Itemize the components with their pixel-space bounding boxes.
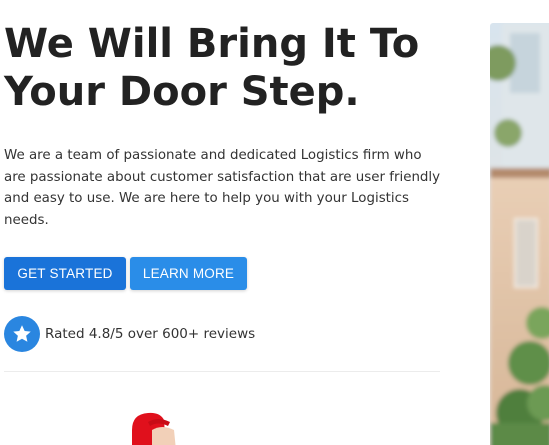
section-divider (4, 371, 440, 372)
hero-title: We Will Bring It To Your Door Step. (4, 20, 474, 116)
rating-row: Rated 4.8/5 over 600+ reviews (4, 316, 255, 352)
house-photo-image (490, 23, 549, 445)
hero-title-line2: Your Door Step. (4, 69, 360, 115)
star-icon (4, 316, 40, 352)
rating-text: Rated 4.8/5 over 600+ reviews (45, 326, 256, 342)
hero-title-line1: We Will Bring It To (4, 21, 420, 67)
get-started-button[interactable]: GET STARTED (4, 257, 126, 290)
learn-more-button[interactable]: LEARN MORE (130, 257, 247, 290)
delivery-mascot-image (128, 410, 188, 445)
hero-description: We are a team of passionate and dedicate… (4, 148, 441, 228)
